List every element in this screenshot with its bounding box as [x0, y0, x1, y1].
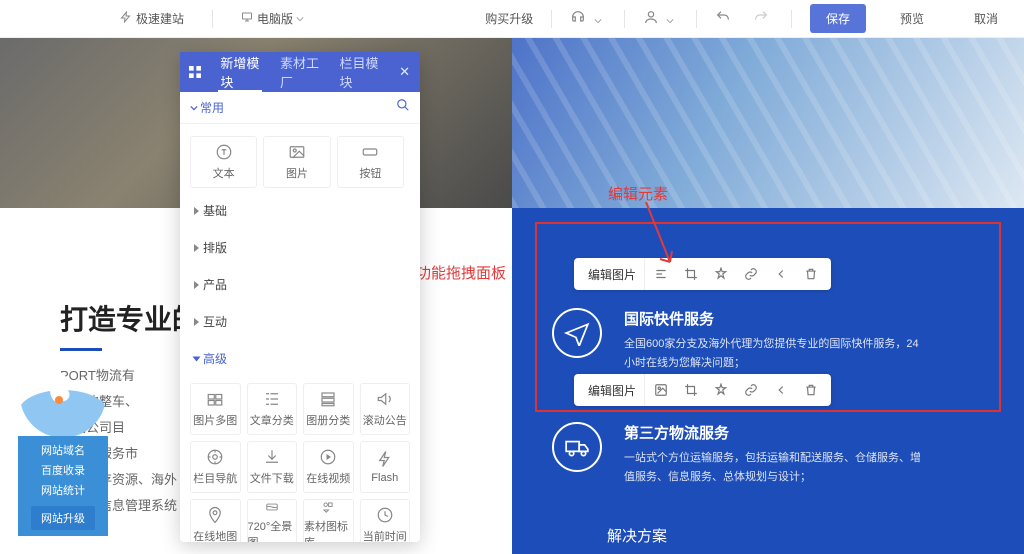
- service-title: 第三方物流服务: [624, 422, 924, 443]
- top-toolbar: 极速建站 电脑版 购买升级 保存 预览 取消: [0, 0, 1024, 38]
- speed-mode[interactable]: 极速建站: [120, 10, 184, 27]
- search-input[interactable]: [232, 101, 388, 115]
- module-image[interactable]: 图片: [263, 136, 330, 188]
- element-edit-toolbar: 编辑图片: [574, 374, 831, 406]
- hero-banner: [0, 38, 1024, 208]
- separator: [551, 10, 552, 28]
- panel-tabs: 新增模块 素材工厂 栏目模块 ✕: [180, 52, 420, 92]
- truck-icon: [552, 422, 602, 472]
- panel-search-row: 常用: [180, 92, 420, 124]
- animation-icon[interactable]: [707, 258, 735, 290]
- animation-icon[interactable]: [707, 374, 735, 406]
- rocket-icon: [18, 390, 108, 436]
- module-clock[interactable]: 当前时间: [360, 499, 411, 542]
- redo-icon[interactable]: [753, 9, 773, 28]
- crop-icon[interactable]: [677, 374, 705, 406]
- section-title: 解决方案: [607, 525, 667, 546]
- close-icon[interactable]: ✕: [389, 64, 420, 80]
- delete-icon[interactable]: [797, 258, 825, 290]
- image-icon[interactable]: [647, 374, 675, 406]
- tool-upgrade-button[interactable]: 网站升级: [31, 506, 95, 530]
- arrow-icon: [636, 200, 678, 270]
- module-download[interactable]: 文件下载: [247, 441, 298, 493]
- link-icon[interactable]: [737, 258, 765, 290]
- module-multi-image[interactable]: 图片多图: [190, 383, 241, 435]
- separator: [696, 10, 697, 28]
- module-map[interactable]: 在线地图: [190, 499, 241, 542]
- tool-domain[interactable]: 网站域名: [18, 440, 108, 460]
- module-article-cat[interactable]: 文章分类: [247, 383, 298, 435]
- cancel-button[interactable]: 取消: [958, 4, 1014, 33]
- save-button[interactable]: 保存: [810, 4, 866, 33]
- module-text[interactable]: 文本: [190, 136, 257, 188]
- tab-column-module[interactable]: 栏目模块: [330, 52, 390, 92]
- service-item[interactable]: 第三方物流服务 一站式个方位运输服务，包括运输和配送服务、仓储服务、增值服务、信…: [552, 422, 984, 486]
- panel-grid-icon[interactable]: [180, 64, 210, 80]
- title-underline: [60, 348, 102, 351]
- edit-toolbar-label[interactable]: 编辑图片: [580, 374, 645, 406]
- separator: [624, 10, 625, 28]
- module-video[interactable]: 在线视频: [303, 441, 354, 493]
- buy-upgrade-link[interactable]: 购买升级: [485, 10, 533, 27]
- group-interaction[interactable]: 互动: [190, 303, 410, 340]
- service-desc: 全国600家分支及海外代理为您提供专业的国际快件服务，24小时在线为您解决问题；: [624, 335, 924, 372]
- element-edit-toolbar: 编辑图片: [574, 258, 831, 290]
- site-tool-widget: 网站域名 百度收录 网站统计 网站升级: [18, 390, 108, 536]
- module-icon-lib[interactable]: 素材图标库: [303, 499, 354, 542]
- module-panorama[interactable]: 720°全景图: [247, 499, 298, 542]
- group-advanced[interactable]: 高级: [190, 340, 410, 377]
- module-button[interactable]: 按钮: [337, 136, 404, 188]
- panel-body: 文本 图片 按钮 基础 排版 产品 互动 高级 图片多图 文章分类 图册分类 滚…: [180, 124, 420, 542]
- tab-new-module[interactable]: 新增模块: [210, 52, 270, 92]
- tool-baidu[interactable]: 百度收录: [18, 460, 108, 480]
- group-layout[interactable]: 排版: [190, 229, 410, 266]
- group-basic[interactable]: 基础: [190, 192, 410, 229]
- user-icon[interactable]: [643, 9, 678, 28]
- support-icon[interactable]: [570, 9, 605, 28]
- tab-material[interactable]: 素材工厂: [270, 52, 330, 92]
- delete-icon[interactable]: [797, 374, 825, 406]
- crop-icon[interactable]: [677, 258, 705, 290]
- preview-button[interactable]: 预览: [884, 4, 940, 33]
- lower-section: 打造专业的 PORT物流有 各地的整车、 ，我公司目 的物流服务市 输、库存资源…: [0, 208, 1024, 554]
- annotation-drag-panel: 功能拖拽面板: [416, 262, 506, 283]
- undo-icon[interactable]: [715, 9, 735, 28]
- module-album-cat[interactable]: 图册分类: [303, 383, 354, 435]
- move-back-icon[interactable]: [767, 258, 795, 290]
- module-nav[interactable]: 栏目导航: [190, 441, 241, 493]
- link-icon[interactable]: [737, 374, 765, 406]
- right-content: 编辑图片 编辑图片 国际快件服务 全: [512, 208, 1024, 554]
- tool-stats[interactable]: 网站统计: [18, 480, 108, 500]
- annotation-edit-element: 编辑元素: [608, 183, 668, 204]
- module-flash[interactable]: Flash: [360, 441, 411, 493]
- category-dropdown[interactable]: 常用: [190, 99, 224, 116]
- view-mode[interactable]: 电脑版: [241, 10, 308, 27]
- service-desc: 一站式个方位运输服务，包括运输和配送服务、仓储服务、增值服务、信息服务、总体规划…: [624, 449, 924, 486]
- search-icon[interactable]: [396, 98, 410, 117]
- module-panel: 新增模块 素材工厂 栏目模块 ✕ 常用 文本 图片 按钮 基础 排版 产品 互动…: [180, 52, 420, 542]
- group-product[interactable]: 产品: [190, 266, 410, 303]
- module-announce[interactable]: 滚动公告: [360, 383, 411, 435]
- separator: [791, 10, 792, 28]
- separator: [212, 10, 213, 28]
- stage: 打造专业的 PORT物流有 各地的整车、 ，我公司目 的物流服务市 输、库存资源…: [0, 38, 1024, 554]
- move-back-icon[interactable]: [767, 374, 795, 406]
